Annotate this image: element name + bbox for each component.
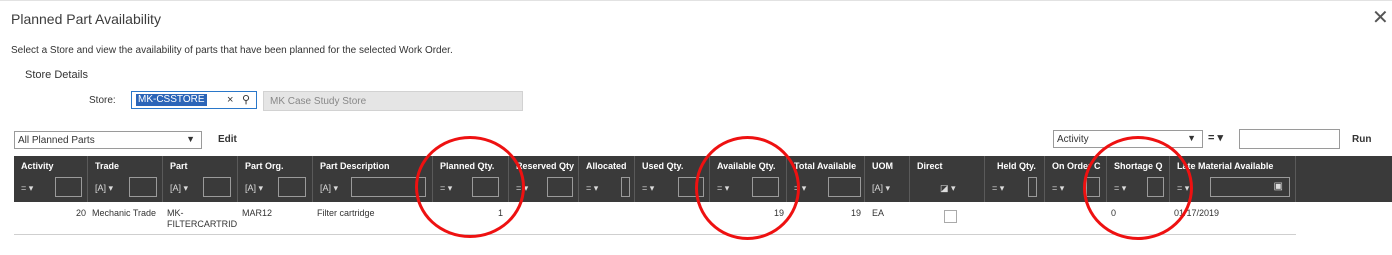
column-filter-input[interactable] bbox=[547, 177, 573, 197]
column-filter-operator[interactable]: [A] ▾ bbox=[170, 183, 188, 194]
annotation-circle-available-qty bbox=[695, 136, 800, 240]
store-input[interactable]: MK-CSSTORE × ⚲ bbox=[131, 91, 257, 109]
cell-uom: EA bbox=[872, 208, 885, 218]
column-filter-operator[interactable]: = ▾ bbox=[21, 183, 33, 194]
store-label: Store: bbox=[89, 95, 116, 106]
store-description-field: MK Case Study Store bbox=[263, 91, 523, 111]
annotation-circle-planned-qty bbox=[415, 136, 525, 238]
column-filter-operator[interactable]: [A] ▾ bbox=[872, 183, 890, 194]
column-filter-operator[interactable]: = ▾ bbox=[586, 183, 598, 194]
column-header-label[interactable]: Allocated bbox=[586, 161, 627, 171]
column-filter-operator[interactable]: [A] ▾ bbox=[320, 183, 338, 194]
column-filter-operator[interactable]: = ▾ bbox=[1052, 183, 1064, 194]
column-part[interactable]: Part [A] ▾ bbox=[163, 156, 238, 202]
column-header-label[interactable]: Trade bbox=[95, 161, 119, 171]
dialog-title: Planned Part Availability bbox=[11, 11, 161, 27]
column-filter-operator[interactable]: = ▾ bbox=[992, 183, 1004, 194]
column-activity[interactable]: Activity = ▾ bbox=[14, 156, 88, 202]
column-filter-input[interactable] bbox=[621, 177, 630, 197]
column-header-label[interactable]: Part bbox=[170, 161, 188, 171]
column-header-label[interactable]: Total Available bbox=[794, 161, 856, 171]
column-header-label[interactable]: Activity bbox=[21, 161, 54, 171]
filter-value-input[interactable] bbox=[1239, 129, 1340, 149]
column-filter-operator[interactable]: ◪ ▾ bbox=[940, 183, 956, 194]
cell-part-line2: FILTERCARTRID bbox=[167, 219, 238, 229]
column-filter-operator[interactable]: [A] ▾ bbox=[245, 183, 263, 194]
column-filter-input[interactable] bbox=[1028, 177, 1037, 197]
filter-column-value: Activity bbox=[1057, 134, 1089, 145]
column-filter-input[interactable] bbox=[55, 177, 82, 197]
filter-operator-select[interactable]: = ▾ bbox=[1208, 131, 1223, 144]
column-header-label[interactable]: Direct bbox=[917, 161, 943, 171]
column-filter-input[interactable] bbox=[828, 177, 861, 197]
column-header-label[interactable]: UOM bbox=[872, 161, 893, 171]
column-direct[interactable]: Direct ◪ ▾ bbox=[910, 156, 985, 202]
column-filter-operator[interactable]: = ▾ bbox=[642, 183, 654, 194]
column-header-label[interactable]: Late Material Available bbox=[1177, 161, 1273, 171]
cell-activity: 20 bbox=[76, 208, 87, 218]
column-trade[interactable]: Trade [A] ▾ bbox=[88, 156, 163, 202]
section-title: Store Details bbox=[25, 69, 88, 81]
cell-part-org: MAR12 bbox=[242, 208, 273, 218]
cell-trade: Mechanic Trade bbox=[92, 208, 157, 218]
direct-checkbox[interactable] bbox=[944, 210, 957, 223]
column-allocated[interactable]: Allocated = ▾ bbox=[579, 156, 635, 202]
column-header-label[interactable]: Held Qty. bbox=[997, 161, 1036, 171]
column-filter-input[interactable] bbox=[129, 177, 157, 197]
calendar-icon[interactable]: ▣ bbox=[1274, 181, 1283, 192]
edit-button[interactable]: Edit bbox=[218, 134, 237, 145]
clear-icon[interactable]: × bbox=[227, 94, 233, 106]
column-header-label[interactable]: Used Qty. bbox=[642, 161, 683, 171]
cell-total-available: 19 bbox=[851, 208, 862, 218]
column-part-org[interactable]: Part Org. [A] ▾ bbox=[238, 156, 313, 202]
dialog-description: Select a Store and view the availability… bbox=[11, 45, 453, 56]
close-icon[interactable]: ✕ bbox=[1372, 8, 1389, 28]
lookup-search-icon[interactable]: ⚲ bbox=[242, 93, 250, 107]
column-held-qty[interactable]: Held Qty. = ▾ bbox=[985, 156, 1045, 202]
store-input-value[interactable]: MK-CSSTORE bbox=[136, 94, 207, 106]
run-button[interactable]: Run bbox=[1352, 134, 1371, 145]
column-header-label[interactable]: Reserved Qty bbox=[516, 161, 574, 171]
column-filter-input[interactable] bbox=[278, 177, 306, 197]
dataspy-select[interactable]: All Planned Parts ▼ bbox=[14, 131, 202, 149]
chevron-down-icon: ▼ bbox=[1187, 133, 1196, 143]
column-filter-operator[interactable]: [A] ▾ bbox=[95, 183, 113, 194]
date-filter-input[interactable]: ▣ bbox=[1210, 177, 1290, 197]
dataspy-select-value: All Planned Parts bbox=[18, 135, 95, 146]
top-divider bbox=[0, 0, 1392, 1]
cell-part-description: Filter cartridge bbox=[317, 208, 375, 218]
column-uom[interactable]: UOM [A] ▾ bbox=[865, 156, 910, 202]
cell-part-line1: MK- bbox=[167, 208, 184, 218]
chevron-down-icon: ▼ bbox=[186, 134, 195, 144]
column-header-label[interactable]: Part Description bbox=[320, 161, 390, 171]
column-header-label[interactable]: Part Org. bbox=[245, 161, 284, 171]
annotation-circle-shortage-qty bbox=[1083, 136, 1193, 240]
column-filter-input[interactable] bbox=[203, 177, 231, 197]
